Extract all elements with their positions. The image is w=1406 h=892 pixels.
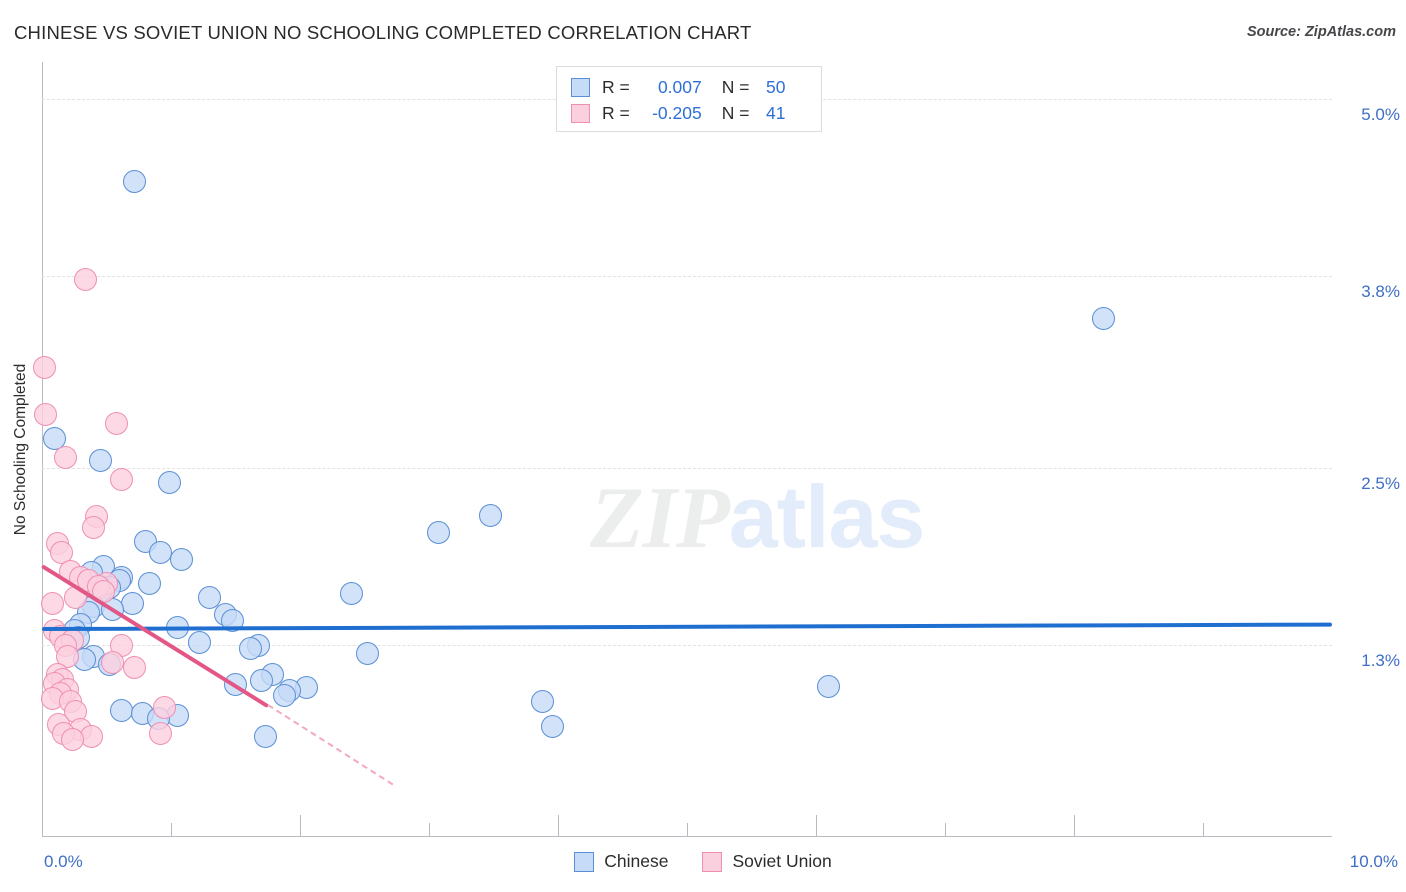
source-attribution: Source: ZipAtlas.com — [1246, 24, 1396, 40]
data-point-chinese[interactable] — [479, 503, 503, 527]
data-point-chinese[interactable] — [120, 592, 144, 616]
n-label-soviet-union: N = — [721, 102, 750, 123]
data-point-chinese[interactable] — [426, 521, 450, 545]
legend-swatch-chinese-icon — [574, 851, 595, 872]
data-point-soviet[interactable] — [82, 515, 106, 539]
y-axis-title: No Schooling Completed — [12, 363, 29, 536]
data-point-chinese[interactable] — [88, 449, 112, 473]
data-point-chinese[interactable] — [110, 698, 134, 722]
legend-item-soviet-union[interactable]: Soviet Union — [702, 851, 832, 872]
data-point-soviet[interactable] — [53, 446, 77, 470]
data-point-chinese[interactable] — [1092, 307, 1116, 331]
data-point-soviet[interactable] — [153, 695, 177, 719]
data-point-soviet[interactable] — [149, 722, 173, 746]
plot-area: ZIPatlas — [33, 62, 1332, 837]
series-legend: Chinese Soviet Union — [0, 851, 1406, 872]
r-label-soviet-union: R = — [602, 102, 630, 123]
x-axis-tick — [816, 815, 817, 837]
swatch-soviet-union-icon — [571, 103, 590, 123]
r-value-soviet-union: -0.205 — [652, 102, 702, 123]
data-point-chinese[interactable] — [123, 170, 147, 194]
r-label-chinese: R = — [602, 76, 630, 97]
data-point-chinese[interactable] — [169, 547, 193, 571]
y-axis-label: 2.5% — [1361, 473, 1400, 493]
legend-label-chinese: Chinese — [604, 851, 669, 871]
n-value-chinese: 50 — [766, 76, 786, 97]
x-axis-tick — [429, 823, 430, 837]
data-point-soviet[interactable] — [33, 356, 57, 380]
legend-item-chinese[interactable]: Chinese — [574, 851, 668, 872]
watermark-zip: ZIP — [590, 470, 730, 567]
correlation-stats-legend: R = 0.007 N = 50 R = -0.205 N = 41 — [556, 66, 822, 132]
x-axis-tick — [558, 815, 559, 837]
data-point-chinese[interactable] — [541, 714, 565, 738]
x-axis-tick — [687, 823, 688, 837]
zipatlas-watermark: ZIPatlas — [590, 466, 926, 569]
data-point-chinese[interactable] — [149, 540, 173, 564]
data-point-chinese[interactable] — [253, 725, 277, 749]
data-point-chinese[interactable] — [531, 689, 555, 713]
data-point-soviet[interactable] — [34, 403, 58, 427]
data-point-soviet[interactable] — [74, 267, 98, 291]
x-axis-tick — [945, 823, 946, 837]
x-axis-tick — [1074, 815, 1075, 837]
x-axis-tick — [1203, 823, 1204, 837]
data-point-soviet[interactable] — [40, 592, 64, 616]
data-point-chinese[interactable] — [239, 636, 263, 660]
data-point-chinese[interactable] — [340, 581, 364, 605]
legend-swatch-soviet-union-icon — [702, 851, 723, 872]
data-point-soviet[interactable] — [101, 651, 125, 675]
y-axis-label: 1.3% — [1361, 651, 1400, 671]
data-point-soviet[interactable] — [105, 412, 129, 436]
data-point-chinese[interactable] — [158, 471, 182, 495]
stat-row-chinese: R = 0.007 N = 50 — [571, 74, 811, 100]
watermark-atlas: atlas — [728, 467, 926, 566]
x-axis-tick — [300, 815, 301, 837]
n-label-chinese: N = — [721, 76, 750, 97]
stat-row-soviet-union: R = -0.205 N = 41 — [571, 100, 811, 126]
data-point-soviet[interactable] — [123, 655, 147, 679]
r-value-chinese: 0.007 — [657, 76, 702, 97]
data-point-chinese[interactable] — [187, 630, 211, 654]
data-point-soviet[interactable] — [110, 468, 134, 492]
data-point-chinese[interactable] — [355, 642, 379, 666]
swatch-chinese-icon — [571, 77, 590, 97]
y-axis-label: 3.8% — [1361, 282, 1400, 302]
legend-label-soviet-union: Soviet Union — [732, 851, 832, 871]
trendline-soviet-union-extension — [267, 704, 394, 786]
data-point-chinese[interactable] — [137, 571, 161, 595]
data-point-chinese[interactable] — [249, 669, 273, 693]
gridline — [42, 276, 1332, 278]
n-value-soviet-union: 41 — [766, 102, 786, 123]
gridline — [42, 645, 1332, 647]
page-title: CHINESE VS SOVIET UNION NO SCHOOLING COM… — [14, 22, 752, 43]
x-axis-tick — [171, 823, 172, 837]
data-point-soviet[interactable] — [61, 728, 85, 752]
chart-page: CHINESE VS SOVIET UNION NO SCHOOLING COM… — [0, 0, 1406, 892]
gridline — [42, 467, 1332, 469]
data-point-chinese[interactable] — [273, 683, 297, 707]
y-axis-label: 5.0% — [1361, 104, 1400, 124]
data-point-chinese[interactable] — [817, 674, 841, 698]
